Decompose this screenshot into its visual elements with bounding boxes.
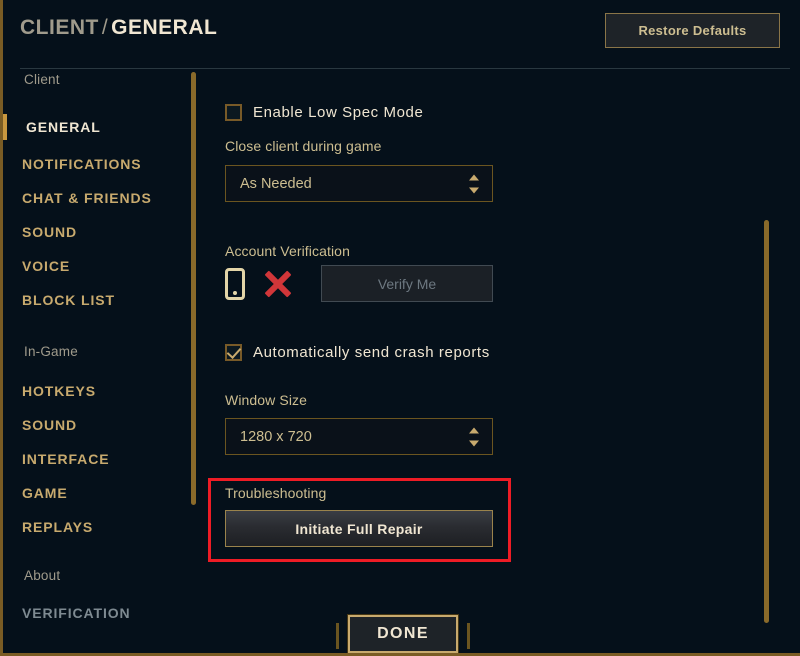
sidebar-scrollbar[interactable] bbox=[191, 72, 196, 505]
breadcrumb: CLIENT / GENERAL bbox=[20, 16, 217, 40]
settings-content-panel: Enable Low Spec Mode Close client during… bbox=[208, 72, 800, 653]
window-size-selected-value: 1280 x 720 bbox=[240, 428, 312, 445]
window-size-select[interactable]: 1280 x 720 bbox=[225, 418, 493, 455]
chevron-updown-icon[interactable] bbox=[469, 426, 480, 447]
sidebar-item-general[interactable]: GENERAL bbox=[3, 114, 101, 140]
sidebar-section-client: Client bbox=[24, 72, 60, 87]
window-size-label: Window Size bbox=[225, 392, 308, 408]
sidebar-item-sound-ingame[interactable]: SOUND bbox=[3, 417, 77, 433]
sidebar-section-about: About bbox=[24, 568, 61, 583]
settings-window: CLIENT / GENERAL Restore Defaults Client G… bbox=[0, 0, 800, 656]
low-spec-mode-checkbox[interactable] bbox=[225, 104, 242, 121]
initiate-full-repair-button[interactable]: Initiate Full Repair bbox=[225, 510, 493, 547]
close-client-selected-value: As Needed bbox=[240, 175, 312, 192]
crash-reports-checkbox[interactable] bbox=[225, 344, 242, 361]
sidebar-navigation: Client GENERAL NOTIFICATIONS CHAT & FRIE… bbox=[3, 72, 196, 653]
sidebar-item-game[interactable]: GAME bbox=[3, 485, 68, 501]
breadcrumb-parent[interactable]: CLIENT bbox=[20, 16, 99, 39]
header-divider bbox=[20, 68, 790, 69]
sidebar-item-verification[interactable]: VERIFICATION bbox=[3, 605, 131, 621]
crash-reports-checkbox-row[interactable]: Automatically send crash reports bbox=[225, 344, 490, 361]
crash-reports-label: Automatically send crash reports bbox=[253, 344, 490, 361]
sidebar-item-replays[interactable]: REPLAYS bbox=[3, 519, 93, 535]
restore-defaults-button[interactable]: Restore Defaults bbox=[605, 13, 780, 48]
troubleshooting-label: Troubleshooting bbox=[225, 485, 327, 501]
low-spec-mode-label: Enable Low Spec Mode bbox=[253, 104, 424, 121]
low-spec-mode-checkbox-row[interactable]: Enable Low Spec Mode bbox=[225, 104, 423, 121]
done-button-right-accent bbox=[467, 623, 470, 649]
done-button[interactable]: DONE bbox=[347, 614, 459, 653]
breadcrumb-separator: / bbox=[101, 16, 109, 39]
content-scrollbar[interactable] bbox=[764, 220, 769, 623]
verify-me-button[interactable]: Verify Me bbox=[321, 265, 493, 302]
sidebar-item-interface[interactable]: INTERFACE bbox=[3, 451, 109, 467]
chevron-updown-icon[interactable] bbox=[469, 173, 480, 194]
sidebar-item-block-list[interactable]: BLOCK LIST bbox=[3, 292, 115, 308]
close-client-label: Close client during game bbox=[225, 138, 382, 154]
sidebar-item-chat-and-friends[interactable]: CHAT & FRIENDS bbox=[3, 190, 152, 206]
account-verification-row: Verify Me bbox=[225, 265, 493, 302]
sidebar-section-in-game: In-Game bbox=[24, 344, 78, 359]
done-button-left-accent bbox=[336, 623, 339, 649]
sidebar-item-sound-client[interactable]: SOUND bbox=[3, 224, 77, 240]
sidebar-item-voice[interactable]: VOICE bbox=[3, 258, 70, 274]
header-bar: CLIENT / GENERAL Restore Defaults bbox=[3, 0, 800, 68]
account-verification-label: Account Verification bbox=[225, 243, 350, 259]
close-client-select[interactable]: As Needed bbox=[225, 165, 493, 202]
mobile-phone-icon bbox=[225, 267, 245, 300]
sidebar-item-notifications[interactable]: NOTIFICATIONS bbox=[3, 156, 142, 172]
sidebar-item-hotkeys[interactable]: HOTKEYS bbox=[3, 383, 96, 399]
red-x-icon bbox=[263, 269, 293, 299]
breadcrumb-current: GENERAL bbox=[111, 16, 218, 39]
